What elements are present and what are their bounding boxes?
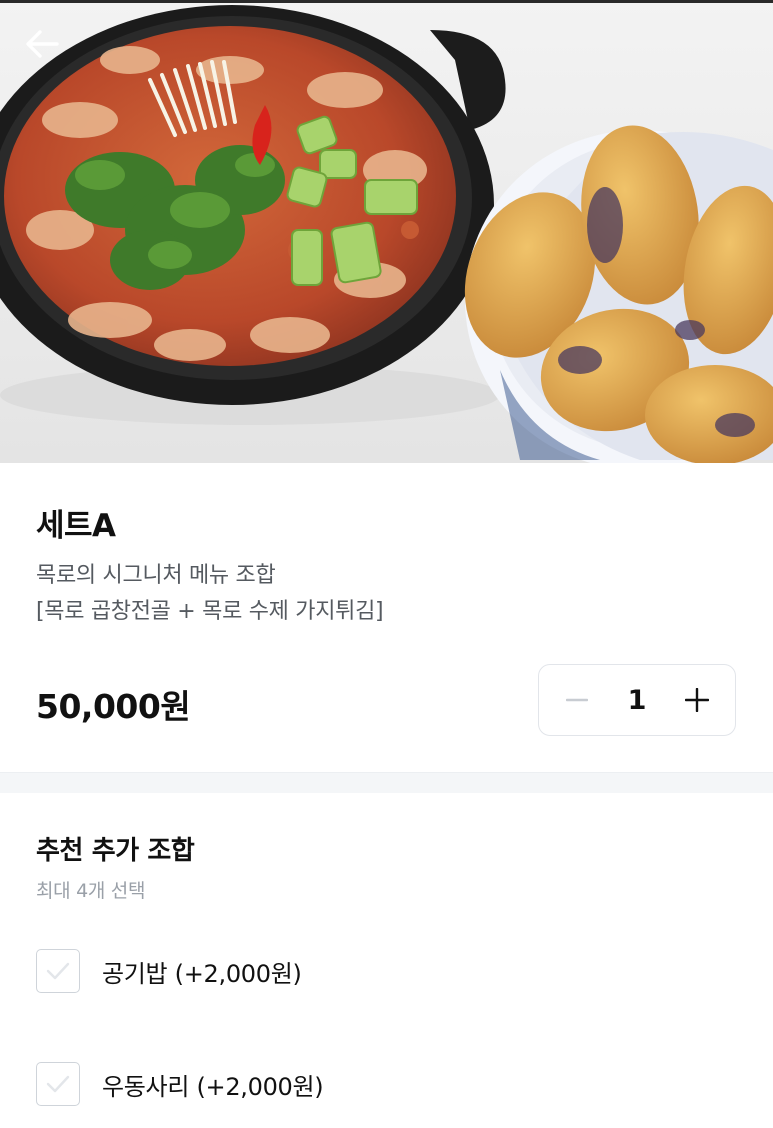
options-title: 추천 추가 조합: [36, 836, 195, 866]
increase-quantity-button[interactable]: [679, 682, 715, 718]
product-description: 목로의 시그니처 메뉴 조합 [목로 곱창전골 + 목로 수제 가지튀김]: [36, 558, 384, 630]
back-button[interactable]: [18, 22, 66, 66]
plus-icon: [684, 688, 709, 712]
section-divider: [0, 772, 773, 793]
menu-detail-screen: 세트A 목로의 시그니처 메뉴 조합 [목로 곱창전골 + 목로 수제 가지튀김…: [0, 0, 773, 1128]
product-name: 세트A: [36, 508, 116, 544]
option-label: 우동사리 (+2,000원): [102, 1072, 324, 1101]
options-subtitle: 최대 4개 선택: [36, 880, 146, 902]
arrow-left-icon: [26, 30, 59, 58]
hero-image: [0, 0, 773, 463]
product-description-line-1: 목로의 시그니처 메뉴 조합: [36, 563, 276, 588]
decrease-quantity-button[interactable]: [559, 682, 595, 718]
option-checkbox[interactable]: [36, 1062, 80, 1106]
quantity-value: 1: [627, 684, 647, 716]
product-description-line-2: [목로 곱창전골 + 목로 수제 가지튀김]: [36, 599, 384, 624]
check-icon: [46, 962, 70, 980]
check-icon: [46, 1075, 70, 1093]
option-udon[interactable]: 우동사리 (+2,000원): [36, 1060, 736, 1108]
option-rice[interactable]: 공기밥 (+2,000원): [36, 947, 736, 995]
option-checkbox[interactable]: [36, 949, 80, 993]
quantity-stepper: 1: [538, 664, 736, 736]
product-price: 50,000원: [36, 687, 191, 726]
minus-icon: [566, 698, 588, 702]
option-label: 공기밥 (+2,000원): [102, 959, 302, 988]
food-photo: [0, 0, 773, 463]
